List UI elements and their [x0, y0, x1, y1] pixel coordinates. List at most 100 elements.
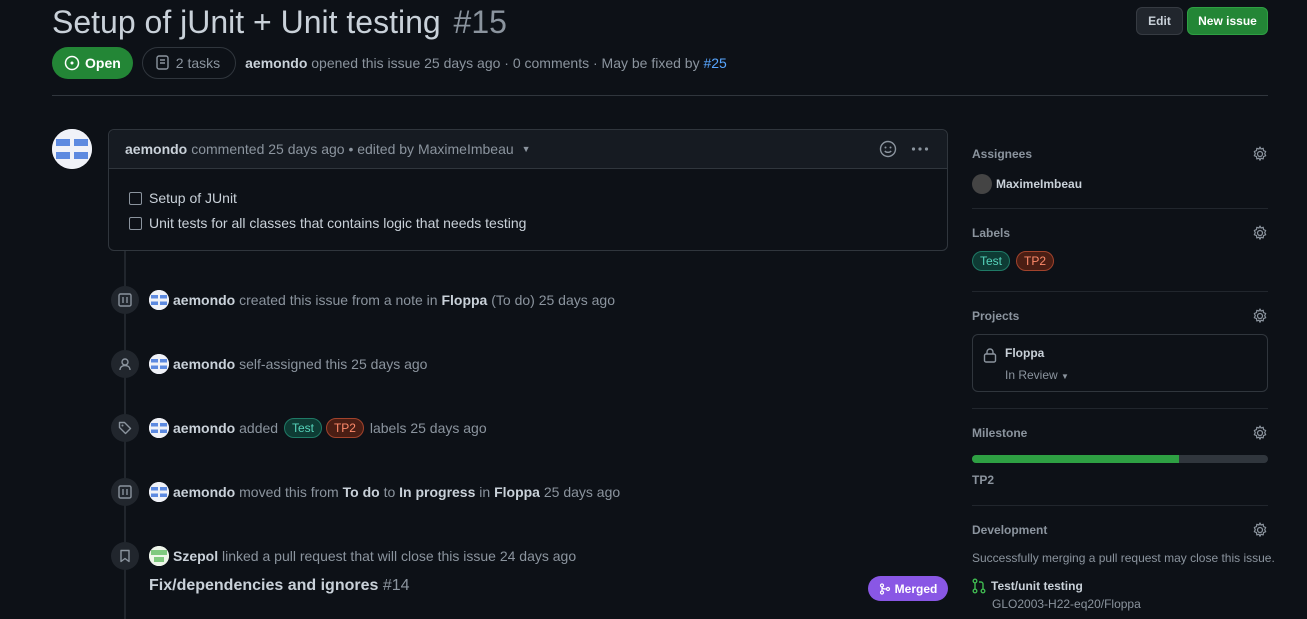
merged-label: Merged — [894, 581, 938, 596]
merge-icon — [879, 582, 890, 595]
projects-heading: Projects — [972, 309, 1020, 323]
smiley-icon[interactable] — [879, 140, 897, 158]
issue-page: Setup of jUnit + Unit testing #15 Edit N… — [0, 0, 1307, 619]
header-divider — [52, 95, 1268, 96]
development-pr-link[interactable]: Test/unit testing — [972, 578, 1083, 594]
avatar[interactable] — [149, 418, 169, 438]
labels-list: Test TP2 — [972, 251, 1268, 271]
task-label: Unit tests for all classes that contains… — [149, 215, 527, 231]
comment-author[interactable]: aemondo — [125, 141, 187, 157]
assignee-item[interactable]: MaximeImbeau — [972, 174, 1268, 194]
gear-icon[interactable] — [1252, 225, 1268, 241]
task-item: Setup of JUnit — [129, 190, 237, 206]
event-time: 25 days ago — [543, 484, 621, 500]
milestone-heading: Milestone — [972, 426, 1028, 440]
label-tp2[interactable]: TP2 — [325, 418, 364, 438]
milestone-name[interactable]: TP2 — [972, 473, 994, 487]
label-test[interactable]: Test — [283, 418, 322, 438]
meta-text-wrap: aemondo opened this issue 25 days ago · … — [245, 55, 727, 71]
task-checkbox[interactable] — [129, 191, 142, 205]
project-icon — [111, 286, 139, 314]
event-actor[interactable]: aemondo — [173, 484, 235, 500]
timeline-event: aemondo self-assigned this 25 days ago — [149, 354, 427, 374]
milestone-header[interactable]: Milestone — [972, 425, 1268, 441]
issue-title-text: Setup of jUnit + Unit testing — [52, 4, 441, 40]
development-pr-title: Test/unit testing — [991, 579, 1083, 593]
pr-number: #14 — [382, 577, 410, 594]
projects-section: Projects — [972, 308, 1268, 324]
issue-meta: Open 2 tasks aemondo opened this issue 2… — [52, 47, 727, 79]
development-heading: Development — [972, 523, 1048, 537]
task-item: Unit tests for all classes that contains… — [129, 215, 526, 231]
tasks-label: 2 tasks — [175, 55, 221, 71]
assignee-name: MaximeImbeau — [996, 177, 1083, 191]
event-column: (To do) — [491, 292, 535, 308]
issue-author-link[interactable]: aemondo — [245, 55, 307, 71]
labels-header[interactable]: Labels — [972, 225, 1268, 241]
development-header[interactable]: Development — [972, 522, 1268, 538]
event-text: added — [239, 420, 279, 436]
person-icon — [111, 350, 139, 378]
task-checkbox[interactable] — [129, 216, 142, 230]
assignees-header[interactable]: Assignees — [972, 146, 1268, 162]
gear-icon[interactable] — [1252, 522, 1268, 538]
timeline-event: Szepol linked a pull request that will c… — [149, 546, 576, 566]
sidebar-divider — [972, 408, 1268, 409]
linked-pr-title[interactable]: Fix/dependencies and ignores #14 — [149, 577, 410, 595]
event-to-column: In progress — [399, 484, 476, 500]
project-icon — [111, 478, 139, 506]
project-status: In Review — [1005, 368, 1058, 382]
event-project-link[interactable]: Floppa — [441, 292, 487, 308]
project-name[interactable]: Floppa — [1005, 346, 1044, 360]
avatar[interactable] — [149, 482, 169, 502]
event-actor[interactable]: aemondo — [173, 420, 235, 436]
timeline-event: aemondo moved this from To do to In prog… — [149, 482, 620, 502]
comment-actions — [879, 140, 929, 158]
gear-icon[interactable] — [1252, 146, 1268, 162]
identicon-avatar — [52, 129, 92, 169]
tag-icon — [111, 414, 139, 442]
milestone-progress-fill — [972, 455, 1180, 463]
pr-title-text[interactable]: Fix/dependencies and ignores — [149, 577, 378, 594]
fixed-by-link[interactable]: #25 — [703, 55, 726, 71]
avatar[interactable] — [149, 290, 169, 310]
event-time: 25 days ago — [538, 292, 615, 308]
checklist-icon — [156, 55, 169, 70]
event-text-mid: to — [383, 484, 396, 500]
labels-section: Labels Test TP2 — [972, 225, 1268, 271]
kebab-menu-icon[interactable] — [911, 140, 929, 158]
label-test[interactable]: Test — [972, 251, 1011, 271]
avatar[interactable] — [149, 546, 169, 566]
event-actor[interactable]: Szepol — [173, 548, 218, 564]
milestone-progress-bar — [972, 455, 1268, 463]
milestone-section: Milestone — [972, 425, 1268, 441]
event-project-link[interactable]: Floppa — [494, 484, 540, 500]
task-label: Setup of JUnit — [149, 190, 237, 206]
development-section: Development — [972, 522, 1268, 538]
label-tp2[interactable]: TP2 — [1016, 251, 1055, 271]
event-text: moved this from — [239, 484, 339, 500]
gear-icon[interactable] — [1252, 308, 1268, 324]
avatar[interactable] — [149, 354, 169, 374]
comment-header: aemondo commented 25 days ago • edited b… — [109, 130, 947, 169]
event-text-in: in — [479, 484, 491, 500]
avatar — [972, 174, 992, 194]
event-text: linked a pull request that will close th… — [222, 548, 577, 564]
lock-icon — [983, 348, 997, 363]
project-card[interactable]: Floppa In Review ▼ — [972, 334, 1268, 392]
assignees-heading: Assignees — [972, 147, 1033, 161]
chevron-down-icon[interactable]: ▼ — [522, 144, 531, 154]
gear-icon[interactable] — [1252, 425, 1268, 441]
sidebar-divider — [972, 291, 1268, 292]
event-actor[interactable]: aemondo — [173, 292, 235, 308]
event-text: self-assigned this 25 days ago — [239, 356, 428, 372]
project-status-dropdown[interactable]: In Review ▼ — [1005, 368, 1069, 382]
comment-meta: commented 25 days ago • edited by Maxime… — [191, 141, 514, 157]
projects-header[interactable]: Projects — [972, 308, 1268, 324]
edit-button[interactable]: Edit — [1136, 7, 1183, 35]
development-repo: GLO2003-H22-eq20/Floppa — [992, 597, 1141, 611]
tasks-badge[interactable]: 2 tasks — [141, 47, 237, 79]
avatar[interactable] — [52, 129, 92, 169]
event-actor[interactable]: aemondo — [173, 356, 235, 372]
new-issue-button[interactable]: New issue — [1187, 7, 1268, 35]
